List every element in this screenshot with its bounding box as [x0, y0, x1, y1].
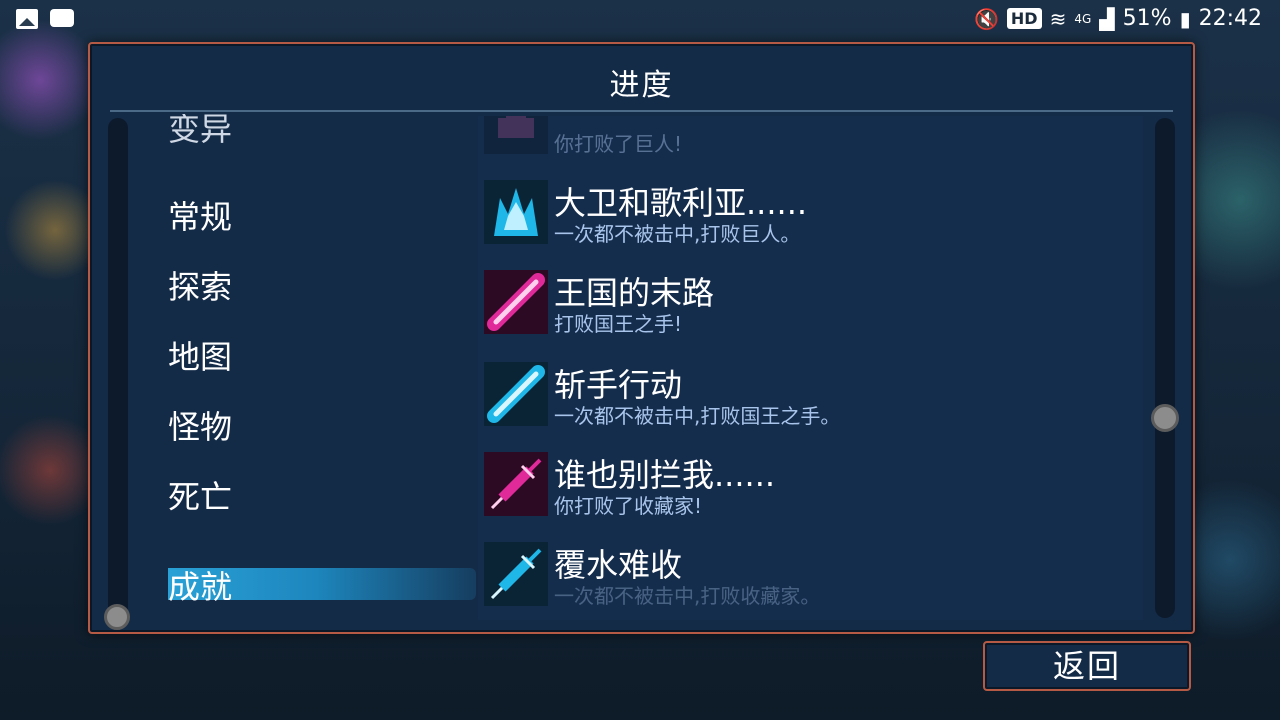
back-button[interactable]: 返回 [983, 641, 1191, 691]
menu-item-achievements[interactable]: 成就 [168, 562, 232, 608]
achievement-list[interactable]: 你打败了巨人! 大卫和歌利亚...... 一次都不被击中,打败巨人。 王国的末路… [478, 116, 1143, 620]
menu-item-general[interactable]: 常规 [168, 192, 232, 238]
hd-badge: HD [1006, 8, 1042, 29]
giant-crown-icon [484, 180, 548, 244]
achievement-desc: 你打败了收藏家! [554, 494, 703, 518]
achievement-item: 王国的末路 打败国王之手! [484, 266, 1134, 336]
achievement-desc: 你打败了巨人! [554, 132, 683, 156]
wifi-icon: ≋ [1049, 6, 1067, 31]
mute-icon: 🔇 [974, 6, 999, 31]
giant-icon [484, 116, 548, 154]
syringe-icon [484, 452, 548, 516]
network-label: 4G [1074, 11, 1092, 26]
achievement-desc: 一次都不被击中,打败国王之手。 [554, 404, 841, 428]
battery-percent: 51% [1122, 6, 1172, 31]
blade-icon [484, 362, 548, 426]
progress-panel: 进度 变异 常规 探索 地图 怪物 死亡 成就 你打败了巨人! 大卫和歌利亚..… [88, 42, 1195, 634]
achievement-desc: 一次都不被击中,打败巨人。 [554, 222, 801, 246]
achievement-item: 你打败了巨人! [484, 116, 1134, 156]
menu-item-mutations[interactable]: 变异 [168, 114, 232, 150]
achievement-item: 谁也别拦我...... 你打败了收藏家! [484, 448, 1134, 518]
image-icon [16, 9, 38, 29]
menu-scrollbar-track[interactable] [108, 118, 128, 618]
clock: 22:42 [1198, 6, 1262, 31]
achievement-item: 大卫和歌利亚...... 一次都不被击中,打败巨人。 [484, 176, 1134, 246]
achievement-item: 覆水难收 一次都不被击中,打败收藏家。 [484, 538, 1134, 608]
battery-icon: ▮ [1179, 6, 1191, 31]
menu-item-exploration[interactable]: 探索 [168, 262, 232, 308]
blade-icon [484, 270, 548, 334]
list-scrollbar-track[interactable] [1155, 118, 1175, 618]
message-icon [50, 9, 74, 27]
achievement-desc: 打败国王之手! [554, 312, 683, 336]
category-menu: 变异 常规 探索 地图 怪物 死亡 成就 [168, 104, 478, 614]
signal-icon: ▟ [1099, 6, 1115, 31]
menu-scrollbar-thumb[interactable] [104, 604, 130, 630]
syringe-icon [484, 542, 548, 606]
status-bar: 🔇 HD ≋ 4G ▟ 51% ▮ 22:42 [0, 0, 1280, 42]
panel-title: 进度 [609, 68, 674, 103]
menu-item-map[interactable]: 地图 [168, 332, 232, 378]
achievement-item: 斩手行动 一次都不被击中,打败国王之手。 [484, 358, 1134, 428]
list-scrollbar-thumb[interactable] [1151, 404, 1179, 432]
menu-item-deaths[interactable]: 死亡 [168, 472, 232, 518]
menu-item-monsters[interactable]: 怪物 [168, 402, 232, 448]
achievement-desc: 一次都不被击中,打败收藏家。 [554, 584, 821, 608]
